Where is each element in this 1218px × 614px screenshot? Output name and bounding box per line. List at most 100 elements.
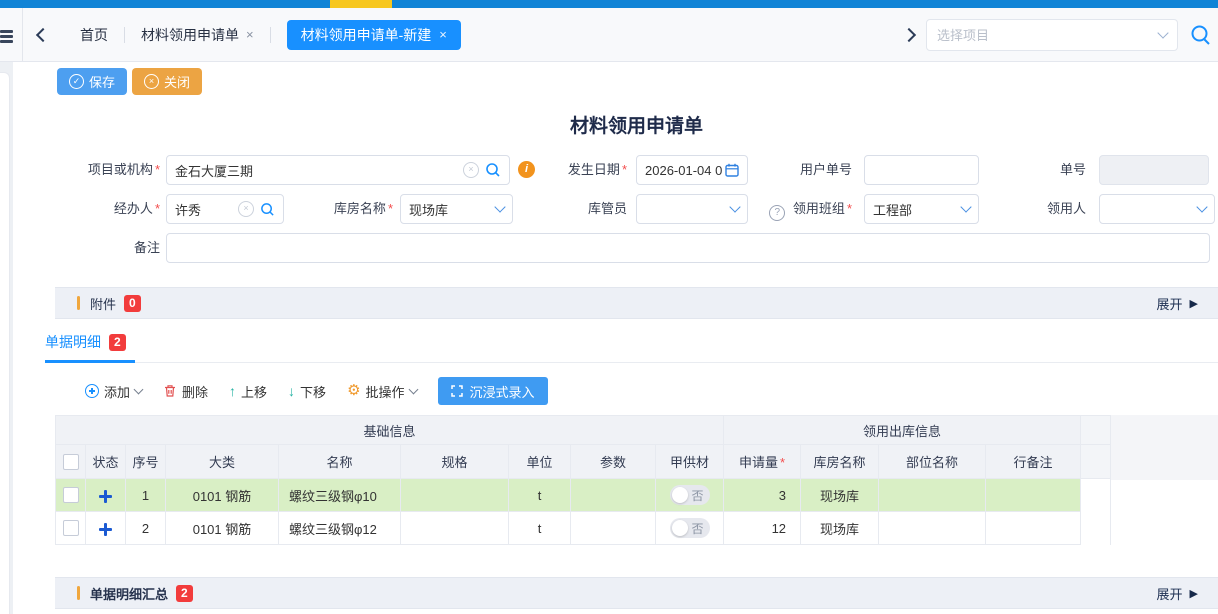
add-row-button[interactable]: 添加: [85, 382, 142, 401]
cell-part[interactable]: [879, 512, 986, 545]
date-input[interactable]: 2026-01-04 0: [636, 155, 748, 185]
arrow-up-icon: ↑: [229, 383, 236, 399]
date-label: 发生日期*: [545, 155, 627, 185]
tabs-scroll-right-icon[interactable]: [902, 27, 916, 41]
summary-expand-button[interactable]: 展开 ▶: [1157, 584, 1198, 603]
close-tab-icon[interactable]: ×: [439, 27, 447, 42]
cell-spec[interactable]: [401, 479, 509, 512]
col-unit: 单位: [509, 445, 571, 479]
cell-category[interactable]: 0101 钢筋: [166, 479, 279, 512]
info-icon[interactable]: i: [518, 161, 535, 178]
group-issue-info: 领用出库信息: [724, 416, 1081, 445]
cell-unit[interactable]: t: [509, 512, 571, 545]
expand-label: 展开: [1157, 584, 1183, 603]
delete-label: 删除: [182, 382, 208, 401]
attachments-section-bar[interactable]: 附件 0 展开 ▶: [55, 287, 1218, 319]
search-icon[interactable]: [260, 202, 275, 217]
detail-table: 基础信息 领用出库信息 状态 序号 大类 名称 规格 单位 参数 甲供材 申请量…: [55, 415, 1111, 545]
remark-input[interactable]: [166, 233, 1210, 263]
batch-label: 批操作: [366, 382, 405, 401]
owner-supplied-toggle[interactable]: 否: [670, 518, 710, 538]
clear-icon[interactable]: ×: [463, 162, 479, 178]
warehouse-select[interactable]: 现场库: [400, 194, 513, 224]
cell-row-remark[interactable]: [986, 479, 1081, 512]
table-row[interactable]: 1 0101 钢筋 螺纹三级钢φ10 t 否 3 现场库: [56, 479, 1111, 512]
cell-category[interactable]: 0101 钢筋: [166, 512, 279, 545]
tab-material-requisition[interactable]: 材料领用申请单 ×: [125, 25, 270, 45]
user-order-no-input[interactable]: [864, 155, 979, 185]
row-checkbox[interactable]: [63, 520, 79, 536]
immersive-entry-button[interactable]: 沉浸式录入: [438, 377, 548, 405]
tab-bar: 首页 材料领用申请单 × 材料领用申请单-新建 × 选择项目: [0, 8, 1218, 62]
save-button-label: 保存: [89, 72, 115, 91]
search-icon[interactable]: [485, 162, 501, 178]
cell-warehouse[interactable]: 现场库: [801, 512, 879, 545]
cell-param[interactable]: [571, 512, 656, 545]
tab-label: 材料领用申请单-新建: [301, 25, 432, 45]
cell-warehouse[interactable]: 现场库: [801, 479, 879, 512]
search-icon[interactable]: [1190, 24, 1212, 46]
cell-qty[interactable]: 3: [724, 479, 801, 512]
close-button[interactable]: × 关闭: [132, 68, 202, 95]
attachments-expand-button[interactable]: 展开 ▶: [1157, 294, 1198, 313]
cell-owner-supplied: 否: [656, 479, 724, 512]
project-label: 项目或机构*: [55, 155, 160, 185]
cell-name[interactable]: 螺纹三级钢φ12: [279, 512, 401, 545]
clear-icon[interactable]: ×: [238, 201, 254, 217]
delete-row-button[interactable]: 删除: [163, 382, 208, 401]
keeper-label: 库管员: [560, 194, 627, 224]
cell-part[interactable]: [879, 479, 986, 512]
doc-no-input: [1099, 155, 1209, 185]
tab-detail-lines[interactable]: 单据明细 2: [45, 332, 126, 352]
section-tick-icon: [77, 586, 80, 600]
move-down-label: 下移: [300, 382, 326, 401]
col-param: 参数: [571, 445, 656, 479]
tab-material-requisition-new[interactable]: 材料领用申请单-新建 ×: [287, 20, 461, 50]
row-checkbox[interactable]: [63, 487, 79, 503]
col-empty: [1081, 445, 1111, 479]
recipient-select[interactable]: [1099, 194, 1215, 224]
chevron-down-icon: [494, 201, 505, 212]
cell-name[interactable]: 螺纹三级钢φ10: [279, 479, 401, 512]
help-icon[interactable]: ?: [769, 205, 785, 221]
divider: [45, 362, 1218, 363]
table-row[interactable]: 2 0101 钢筋 螺纹三级钢φ12 t 否 12 现场库: [56, 512, 1111, 545]
cell-spec[interactable]: [401, 512, 509, 545]
cell-owner-supplied: 否: [656, 512, 724, 545]
col-qty: 申请量*: [724, 445, 801, 479]
row-status-cell: [86, 512, 126, 545]
move-down-button[interactable]: ↓ 下移: [288, 382, 326, 401]
select-all-checkbox[interactable]: [63, 454, 79, 470]
top-nav-active-item[interactable]: [330, 0, 392, 8]
calendar-icon[interactable]: [725, 163, 739, 177]
cell-qty[interactable]: 12: [724, 512, 801, 545]
tab-bar-right: 选择项目: [904, 8, 1212, 61]
toggle-knob: [672, 520, 688, 536]
cell-row-remark[interactable]: [986, 512, 1081, 545]
table-group-header-row: 基础信息 领用出库信息: [56, 416, 1111, 445]
app-window: 首页 材料领用申请单 × 材料领用申请单-新建 × 选择项目: [0, 0, 1218, 614]
batch-operation-button[interactable]: ⚙ 批操作: [347, 382, 416, 401]
keeper-select[interactable]: [636, 194, 748, 224]
col-name: 名称: [279, 445, 401, 479]
tab-home[interactable]: 首页: [64, 25, 124, 45]
agent-input[interactable]: 许秀 ×: [166, 194, 284, 224]
cell-unit[interactable]: t: [509, 479, 571, 512]
hamburger-menu-icon[interactable]: [0, 30, 13, 44]
team-select[interactable]: 工程部: [864, 194, 979, 224]
save-button[interactable]: ✓ 保存: [57, 68, 127, 95]
top-nav-strip: [0, 0, 1218, 8]
close-tab-icon[interactable]: ×: [246, 27, 254, 42]
owner-supplied-toggle[interactable]: 否: [670, 485, 710, 505]
page-title: 材料领用申请单: [55, 111, 1218, 138]
recipient-label: 领用人: [1020, 194, 1086, 224]
close-button-label: 关闭: [164, 72, 190, 91]
project-select[interactable]: 选择项目: [926, 19, 1178, 51]
cell-param[interactable]: [571, 479, 656, 512]
collapsed-sidebar[interactable]: [0, 72, 10, 614]
summary-section-bar[interactable]: 单据明细汇总 2 展开 ▶: [55, 577, 1218, 609]
project-input[interactable]: 金石大厦三期 ×: [166, 155, 510, 185]
row-checkbox-cell: [56, 479, 86, 512]
move-up-button[interactable]: ↑ 上移: [229, 382, 267, 401]
tabs-scroll-left-icon[interactable]: [36, 27, 50, 41]
